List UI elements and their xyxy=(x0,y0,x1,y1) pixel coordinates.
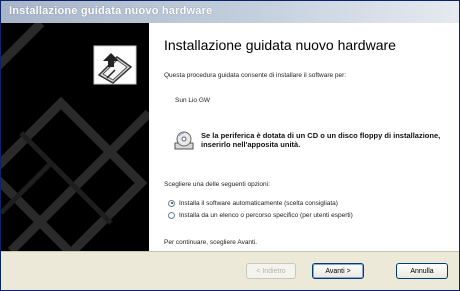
cancel-button[interactable]: Annulla xyxy=(396,263,448,279)
next-button[interactable]: Avanti > xyxy=(312,263,364,279)
radio-specific-location[interactable] xyxy=(168,211,175,219)
option-install-automatic[interactable]: Installa il software automaticamente (sc… xyxy=(168,198,338,208)
button-bar: < Indietro Avanti > Annulla xyxy=(1,252,459,290)
cd-icon xyxy=(174,131,194,150)
option-automatic-label: Installa il software automaticamente (sc… xyxy=(179,199,338,207)
option-specific-label: Installa da un elenco o percorso specifi… xyxy=(179,211,353,219)
wizard-content: Installazione guidata nuovo hardware Que… xyxy=(149,23,459,251)
title-bar[interactable]: Installazione guidata nuovo hardware xyxy=(1,1,459,23)
wizard-window: Installazione guidata nuovo hardware Ins… xyxy=(0,0,460,291)
radio-automatic[interactable] xyxy=(168,199,175,207)
options-prompt: Scegliere una delle seguenti opzioni: xyxy=(164,181,270,188)
option-install-from-location[interactable]: Installa da un elenco o percorso specifi… xyxy=(168,210,353,220)
window-title: Installazione guidata nuovo hardware xyxy=(9,5,213,17)
hardware-wizard-icon xyxy=(93,45,137,85)
wizard-side-panel xyxy=(1,23,149,251)
cd-instructions: Se la periferica è dotata di un CD o un … xyxy=(201,131,441,149)
back-button[interactable]: < Indietro xyxy=(246,263,296,279)
intro-text: Questa procedura guidata consente di ins… xyxy=(164,72,347,79)
continue-prompt: Per continuare, scegliere Avanti. xyxy=(164,239,258,246)
wizard-heading: Installazione guidata nuovo hardware xyxy=(164,37,396,53)
device-name: Sun Lio GW xyxy=(175,97,211,104)
